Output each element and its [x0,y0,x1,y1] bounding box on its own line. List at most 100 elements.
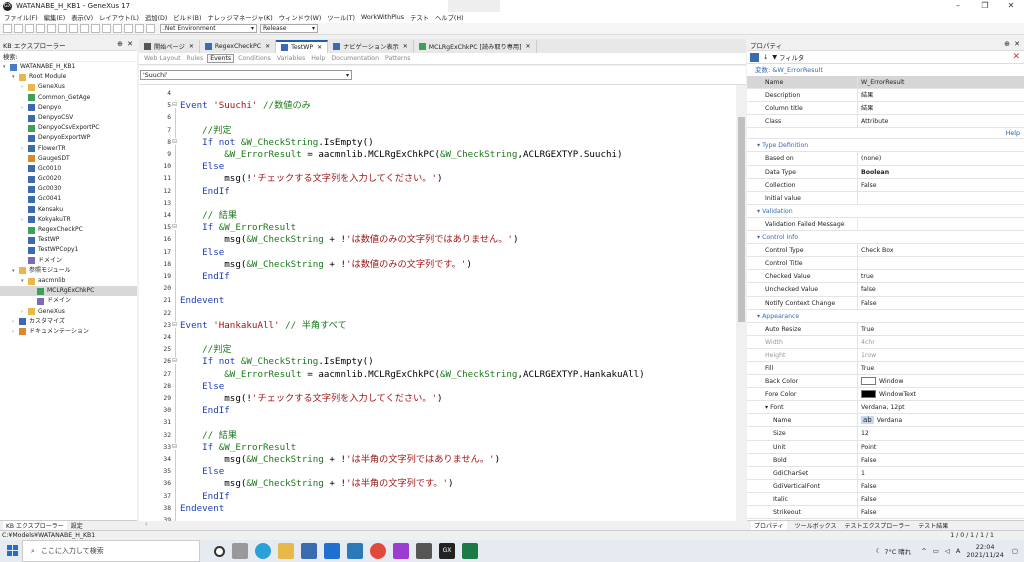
tree-item[interactable]: › KokyakuTR [0,215,137,225]
property-value[interactable]: (none) [858,152,1024,164]
tab-close-icon[interactable]: ✕ [317,44,322,51]
tree-item[interactable]: DenpyoCsvExportPC [0,123,137,133]
property-value[interactable]: Check Box [858,244,1024,256]
property-row[interactable]: Name ab Verdana [747,414,1024,428]
task-view-icon[interactable] [232,543,248,559]
tray-up-icon[interactable]: ^ [921,547,926,555]
property-value[interactable]: Attribute [858,115,1024,127]
property-category[interactable]: ▾ Appearance [747,310,1024,323]
tab-close-icon[interactable]: ✕ [189,43,194,50]
network-icon[interactable]: ▭ [933,547,939,555]
tree-expand-icon[interactable]: › [21,103,28,113]
weather-text[interactable]: 7°C 晴れ [884,546,911,556]
edge-icon[interactable] [255,543,271,559]
property-value[interactable]: Boolean [858,166,1024,178]
properties-bottom-tab[interactable]: テスト結果 [918,521,948,530]
tree-item[interactable]: › GeneXus [0,307,137,317]
scroll-thumb[interactable] [738,117,745,322]
tab-kb-explorer[interactable]: KB エクスプローラー [3,521,67,530]
fold-toggle-icon[interactable]: ⊟ [172,320,178,328]
property-value[interactable]: False [858,179,1024,191]
tree-item[interactable]: DenpyoExportWP [0,133,137,143]
property-value[interactable]: True [858,323,1024,335]
properties-bottom-tab[interactable]: テストエクスプローラー [844,521,910,530]
tab-settings[interactable]: 設定 [71,521,83,530]
excel-icon[interactable] [462,543,478,559]
tree-expand-icon[interactable]: › [21,307,28,317]
tree-item[interactable]: ドメイン [0,296,137,306]
chrome-icon[interactable] [370,543,386,559]
environment-select[interactable]: .Net Environment [160,24,257,33]
undo-icon[interactable] [80,24,89,33]
title-quick-box[interactable] [474,0,500,12]
editor-part-tab[interactable]: Variables [275,55,307,62]
minimize-icon[interactable]: – [945,0,971,12]
tree-item[interactable]: ▾ aacmnlib [0,276,137,286]
event-selector[interactable]: 'Suuchi' [140,70,352,80]
property-value[interactable] [858,218,1024,230]
build-all-icon[interactable] [124,24,133,33]
tree-item[interactable]: › FlowerTR [0,144,137,154]
property-row[interactable]: GdiVerticalFont False [747,479,1024,493]
store-icon[interactable] [301,543,317,559]
menu-item[interactable]: ヘルプ(H) [435,13,464,22]
tree-item[interactable]: ▾ 参照モジュール [0,266,137,276]
tab-close-icon[interactable]: ✕ [265,43,270,50]
clock[interactable]: 22:04 2021/11/24 [966,543,1003,559]
taskbar-search[interactable]: ⌕ ここに入力して検索 [22,540,200,562]
pin-icon[interactable]: ⊕ [117,40,123,48]
property-row[interactable]: ▾ Font Verdana, 12pt [747,401,1024,415]
property-row[interactable]: Data Type Boolean [747,165,1024,179]
open-icon[interactable] [14,24,23,33]
property-row[interactable]: Column title 結果 [747,102,1024,116]
menu-item[interactable]: ファイル(F) [4,13,38,22]
menu-item[interactable]: ツール(T) [327,13,355,22]
windows-start-icon[interactable] [7,545,18,556]
pin-icon[interactable]: ⊕ [1004,40,1010,48]
debug-icon[interactable] [135,24,144,33]
property-value[interactable]: Point [858,441,1024,453]
property-value[interactable]: 結果 [858,102,1024,114]
property-row[interactable]: Name W_ErrorResult [747,76,1024,90]
clear-filter-icon[interactable]: ✕ [1012,52,1020,62]
tree-item[interactable]: ▾ WATANABE_H_KB1 [0,62,137,72]
fold-toggle-icon[interactable]: ⊟ [172,223,178,231]
menu-item[interactable]: ナレッジマネージャ(K) [207,13,272,22]
cut-icon[interactable] [47,24,56,33]
tree-item[interactable]: › Denpyo [0,103,137,113]
tab-close-icon[interactable]: ✕ [403,43,408,50]
explorer-icon[interactable] [278,543,294,559]
editor-part-tab[interactable]: Conditions [236,55,273,62]
volume-icon[interactable]: ◁ [945,547,950,555]
property-value[interactable]: Verdana, 12pt [858,401,1024,413]
cortana-icon[interactable] [214,545,225,557]
property-value[interactable]: False [858,506,1024,518]
filter-icon[interactable]: ▼ [772,54,777,61]
kb-search-bar[interactable]: 検索: [0,51,137,62]
property-value[interactable]: true [858,270,1024,282]
ime-language[interactable]: A [956,547,960,555]
tree-expand-icon[interactable]: › [21,215,28,225]
property-value[interactable]: False [858,480,1024,492]
property-row[interactable]: Fore Color WindowText [747,388,1024,402]
menu-item[interactable]: 編集(E) [44,13,66,22]
document-tab[interactable]: TestWP ✕ [276,40,329,53]
panel-close-icon[interactable]: ✕ [127,40,133,48]
property-value[interactable]: W_ErrorResult [858,76,1024,89]
new-object-icon[interactable] [3,24,12,33]
menu-item[interactable]: ビルド(B) [173,13,201,22]
menu-item[interactable]: テスト [410,13,429,22]
property-category[interactable]: ▾ Control Info [747,231,1024,245]
app2-icon[interactable] [393,543,409,559]
run-icon[interactable] [102,24,111,33]
property-value[interactable]: False [858,493,1024,505]
menu-item[interactable]: WorkWithPlus [361,14,404,21]
vertical-scrollbar[interactable] [736,85,746,521]
tree-expand-icon[interactable]: › [21,82,28,92]
maximize-icon[interactable]: ❐ [972,0,998,12]
property-value[interactable]: 1row [858,349,1024,361]
property-row[interactable]: Italic False [747,492,1024,506]
tree-item[interactable]: MCLRgExChkPC [0,286,137,297]
property-value[interactable]: false [858,283,1024,295]
property-row[interactable]: Width 4chr [747,335,1024,349]
